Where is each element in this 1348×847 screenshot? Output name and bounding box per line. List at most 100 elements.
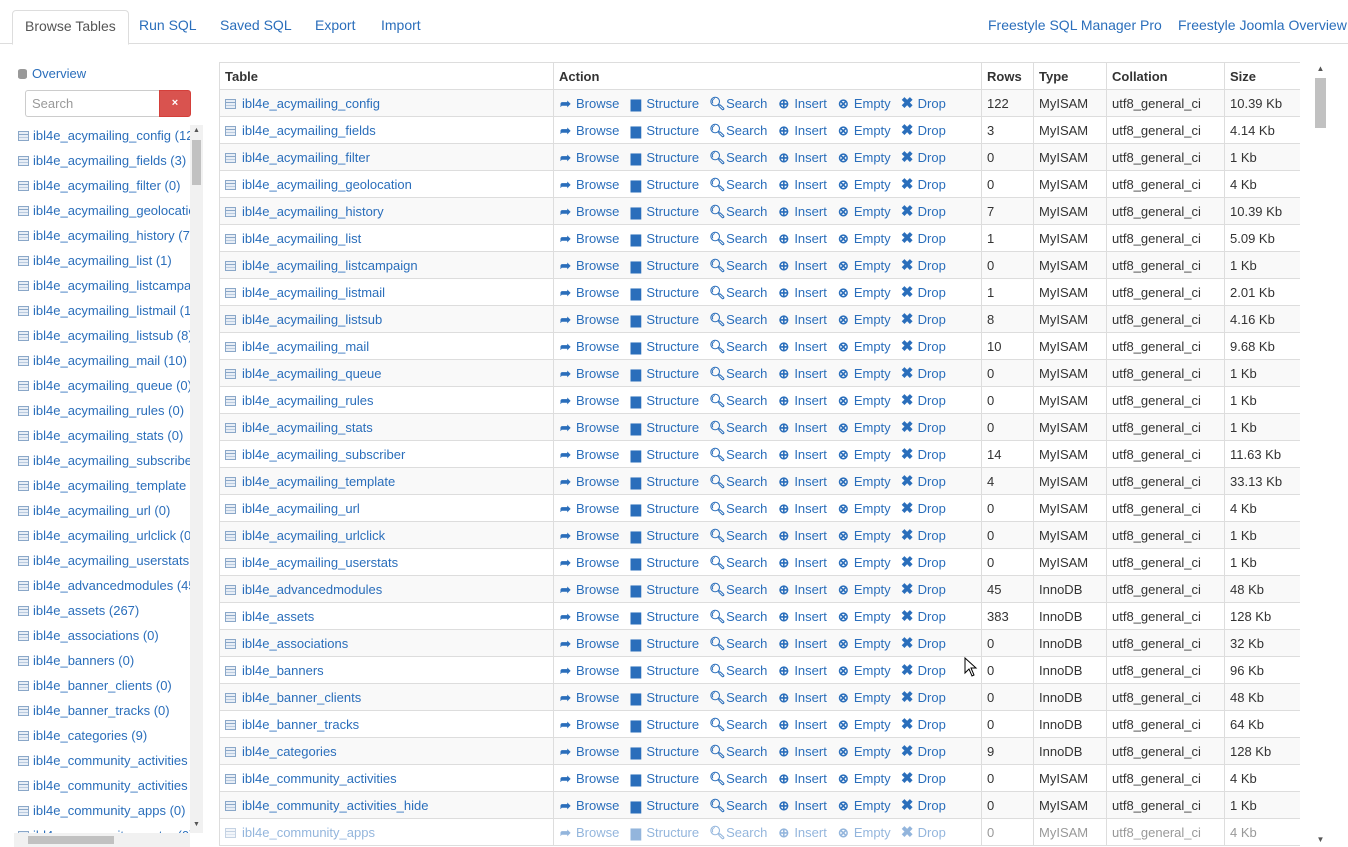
empty-action-link[interactable]: ⊗ Empty: [837, 258, 891, 274]
sidebar-table-list[interactable]: ibl4e_acymailing_config (122) ibl4e_acyma…: [14, 125, 190, 833]
sidebar-table-item[interactable]: ibl4e_acymailing_fields (3): [14, 150, 190, 175]
browse-action-link[interactable]: ➦ Browse: [559, 501, 619, 517]
table-name-link[interactable]: ibl4e_acymailing_filter: [242, 150, 370, 165]
search-action-link[interactable]: 🔍︎Search: [709, 447, 767, 463]
insert-action-link[interactable]: ⊕ Insert: [777, 447, 826, 463]
table-name-link[interactable]: ibl4e_acymailing_url: [242, 501, 360, 516]
search-action-link[interactable]: 🔍︎Search: [709, 771, 767, 787]
search-action-link[interactable]: 🔍︎Search: [709, 420, 767, 436]
table-name-link[interactable]: ibl4e_banner_clients: [242, 690, 361, 705]
insert-action-link[interactable]: ⊕ Insert: [777, 231, 826, 247]
structure-action-link[interactable]: ▆ Structure: [629, 447, 699, 463]
search-action-link[interactable]: 🔍︎Search: [709, 177, 767, 193]
browse-action-link[interactable]: ➦ Browse: [559, 447, 619, 463]
drop-action-link[interactable]: ✖ Drop: [901, 148, 946, 166]
sidebar-table-item[interactable]: ibl4e_assets (267): [14, 600, 190, 625]
search-action-link[interactable]: 🔍︎Search: [709, 501, 767, 517]
empty-action-link[interactable]: ⊗ Empty: [837, 582, 891, 598]
sidebar-table-item[interactable]: ibl4e_acymailing_config (122): [14, 125, 190, 150]
browse-action-link[interactable]: ➦ Browse: [559, 582, 619, 598]
search-action-link[interactable]: 🔍︎Search: [709, 285, 767, 301]
empty-action-link[interactable]: ⊗ Empty: [837, 393, 891, 409]
insert-action-link[interactable]: ⊕ Insert: [777, 204, 826, 220]
search-action-link[interactable]: 🔍︎Search: [709, 474, 767, 490]
sidebar-table-item[interactable]: ibl4e_acymailing_template (4): [14, 475, 190, 500]
table-name-link[interactable]: ibl4e_acymailing_listsub: [242, 312, 382, 327]
sidebar-table-item[interactable]: ibl4e_acymailing_filter (0): [14, 175, 190, 200]
empty-action-link[interactable]: ⊗ Empty: [837, 150, 891, 166]
empty-action-link[interactable]: ⊗ Empty: [837, 285, 891, 301]
table-name-link[interactable]: ibl4e_acymailing_userstats: [242, 555, 398, 570]
structure-action-link[interactable]: ▆ Structure: [629, 663, 699, 679]
structure-action-link[interactable]: ▆ Structure: [629, 798, 699, 814]
empty-action-link[interactable]: ⊗ Empty: [837, 366, 891, 382]
insert-action-link[interactable]: ⊕ Insert: [777, 636, 826, 652]
table-name-link[interactable]: ibl4e_acymailing_subscriber: [242, 447, 405, 462]
table-name-link[interactable]: ibl4e_acymailing_mail: [242, 339, 369, 354]
browse-action-link[interactable]: ➦ Browse: [559, 528, 619, 544]
insert-action-link[interactable]: ⊕ Insert: [777, 555, 826, 571]
insert-action-link[interactable]: ⊕ Insert: [777, 582, 826, 598]
browse-action-link[interactable]: ➦ Browse: [559, 555, 619, 571]
tab-run-sql[interactable]: Run SQL: [127, 10, 209, 44]
header-size[interactable]: Size: [1224, 62, 1300, 90]
browse-action-link[interactable]: ➦ Browse: [559, 231, 619, 247]
table-name-link[interactable]: ibl4e_banners: [242, 663, 324, 678]
table-name-link[interactable]: ibl4e_acymailing_template: [242, 474, 395, 489]
table-name-link[interactable]: ibl4e_acymailing_rules: [242, 393, 374, 408]
link-joomla-overview[interactable]: Freestyle Joomla Overview: [1166, 10, 1348, 44]
browse-action-link[interactable]: ➦ Browse: [559, 366, 619, 382]
search-action-link[interactable]: 🔍︎Search: [709, 690, 767, 706]
insert-action-link[interactable]: ⊕ Insert: [777, 771, 826, 787]
scroll-up-icon[interactable]: ▲: [190, 125, 203, 137]
sidebar-vertical-scrollbar[interactable]: ▲ ▼: [190, 125, 203, 833]
insert-action-link[interactable]: ⊕ Insert: [777, 312, 826, 328]
search-action-link[interactable]: 🔍︎Search: [709, 258, 767, 274]
structure-action-link[interactable]: ▆ Structure: [629, 636, 699, 652]
insert-action-link[interactable]: ⊕ Insert: [777, 798, 826, 814]
empty-action-link[interactable]: ⊗ Empty: [837, 447, 891, 463]
drop-action-link[interactable]: ✖ Drop: [901, 769, 946, 787]
search-input[interactable]: [25, 90, 160, 117]
search-action-link[interactable]: 🔍︎Search: [709, 123, 767, 139]
table-name-link[interactable]: ibl4e_community_activities_hide: [242, 798, 428, 813]
insert-action-link[interactable]: ⊕ Insert: [777, 474, 826, 490]
structure-action-link[interactable]: ▆ Structure: [629, 231, 699, 247]
structure-action-link[interactable]: ▆ Structure: [629, 339, 699, 355]
header-rows[interactable]: Rows: [981, 62, 1034, 90]
browse-action-link[interactable]: ➦ Browse: [559, 123, 619, 139]
sidebar-table-item[interactable]: ibl4e_acymailing_listcampaign (0): [14, 275, 190, 300]
search-action-link[interactable]: 🔍︎Search: [709, 609, 767, 625]
insert-action-link[interactable]: ⊕ Insert: [777, 501, 826, 517]
browse-action-link[interactable]: ➦ Browse: [559, 717, 619, 733]
sidebar-table-item[interactable]: ibl4e_banner_tracks (0): [14, 700, 190, 725]
search-action-link[interactable]: 🔍︎Search: [709, 663, 767, 679]
drop-action-link[interactable]: ✖ Drop: [901, 634, 946, 652]
table-name-link[interactable]: ibl4e_acymailing_listcampaign: [242, 258, 418, 273]
empty-action-link[interactable]: ⊗ Empty: [837, 339, 891, 355]
search-action-link[interactable]: 🔍︎Search: [709, 825, 767, 841]
sidebar-table-item[interactable]: ibl4e_acymailing_rules (0): [14, 400, 190, 425]
search-action-link[interactable]: 🔍︎Search: [709, 96, 767, 112]
empty-action-link[interactable]: ⊗ Empty: [837, 798, 891, 814]
structure-action-link[interactable]: ▆ Structure: [629, 177, 699, 193]
structure-action-link[interactable]: ▆ Structure: [629, 474, 699, 490]
insert-action-link[interactable]: ⊕ Insert: [777, 663, 826, 679]
sidebar-horizontal-scrollbar[interactable]: [14, 833, 190, 847]
table-name-link[interactable]: ibl4e_acymailing_queue: [242, 366, 382, 381]
drop-action-link[interactable]: ✖ Drop: [901, 175, 946, 193]
drop-action-link[interactable]: ✖ Drop: [901, 202, 946, 220]
search-action-link[interactable]: 🔍︎Search: [709, 231, 767, 247]
empty-action-link[interactable]: ⊗ Empty: [837, 231, 891, 247]
table-name-link[interactable]: ibl4e_assets: [242, 609, 314, 624]
overview-link[interactable]: Overview: [18, 66, 86, 81]
table-name-link[interactable]: ibl4e_acymailing_list: [242, 231, 361, 246]
empty-action-link[interactable]: ⊗ Empty: [837, 123, 891, 139]
browse-action-link[interactable]: ➦ Browse: [559, 258, 619, 274]
tab-saved-sql[interactable]: Saved SQL: [208, 10, 304, 44]
insert-action-link[interactable]: ⊕ Insert: [777, 420, 826, 436]
structure-action-link[interactable]: ▆ Structure: [629, 312, 699, 328]
empty-action-link[interactable]: ⊗ Empty: [837, 717, 891, 733]
browse-action-link[interactable]: ➦ Browse: [559, 771, 619, 787]
sidebar-table-item[interactable]: ibl4e_acymailing_urlclick (0): [14, 525, 190, 550]
